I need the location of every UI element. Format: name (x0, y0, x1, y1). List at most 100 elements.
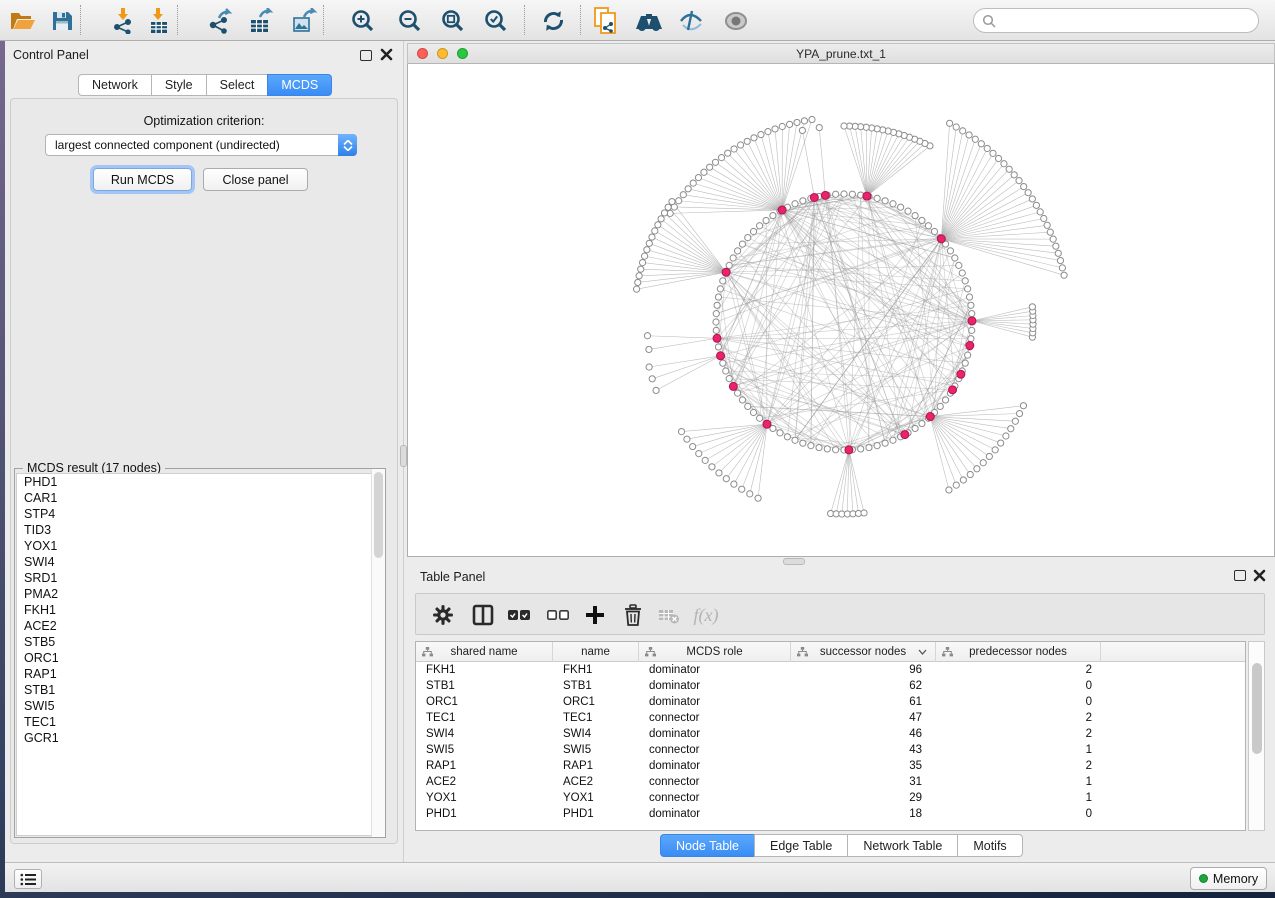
mcds-result-item[interactable]: YOX1 (17, 538, 383, 554)
new-network-from-selection-icon[interactable] (591, 7, 621, 35)
table-options-gear-icon[interactable] (428, 603, 458, 627)
tab-mcds[interactable]: MCDS (267, 74, 332, 96)
refresh-icon[interactable] (538, 7, 568, 35)
column-header-predecessor-nodes[interactable]: predecessor nodes (936, 642, 1101, 662)
cell-name[interactable]: ORC1 (553, 696, 639, 708)
control-panel-float-icon[interactable] (360, 50, 372, 61)
zoom-fit-icon[interactable] (438, 7, 468, 35)
cell-shared-name[interactable]: YOX1 (416, 792, 553, 804)
cell-shared-name[interactable]: SWI5 (416, 744, 553, 756)
table-row[interactable]: YOX1 YOX1 connector 29 1 (416, 790, 1245, 806)
add-column-icon[interactable] (580, 603, 610, 627)
cell-predecessor-nodes[interactable]: 2 (936, 712, 1101, 724)
cell-predecessor-nodes[interactable]: 1 (936, 792, 1101, 804)
tab-select[interactable]: Select (206, 74, 269, 96)
show-columns-icon[interactable] (468, 603, 498, 627)
cell-predecessor-nodes[interactable]: 1 (936, 776, 1101, 788)
mcds-list-scrollbar[interactable] (371, 469, 385, 837)
mcds-result-item[interactable]: PHD1 (17, 474, 383, 490)
cell-shared-name[interactable]: RAP1 (416, 760, 553, 772)
save-icon[interactable] (47, 7, 77, 35)
cell-mcds-role[interactable]: connector (639, 792, 791, 804)
mcds-result-item[interactable]: CAR1 (17, 490, 383, 506)
table-row[interactable]: ORC1 ORC1 dominator 61 0 (416, 694, 1245, 710)
cell-name[interactable]: SWI5 (553, 744, 639, 756)
cell-predecessor-nodes[interactable]: 0 (936, 808, 1101, 820)
mcds-result-item[interactable]: PMA2 (17, 586, 383, 602)
cell-predecessor-nodes[interactable]: 2 (936, 760, 1101, 772)
cell-successor-nodes[interactable]: 18 (791, 808, 936, 820)
cell-mcds-role[interactable]: dominator (639, 664, 791, 676)
show-hidden-icon[interactable] (721, 7, 751, 35)
table-panel-float-icon[interactable] (1234, 570, 1246, 581)
mcds-result-item[interactable]: SRD1 (17, 570, 383, 586)
mcds-result-item[interactable]: TEC1 (17, 714, 383, 730)
cell-shared-name[interactable]: PHD1 (416, 808, 553, 820)
cell-mcds-role[interactable]: dominator (639, 760, 791, 772)
hide-selected-icon[interactable] (677, 7, 707, 35)
cell-name[interactable]: YOX1 (553, 792, 639, 804)
export-network-icon[interactable] (205, 7, 235, 35)
mcds-result-item[interactable]: TID3 (17, 522, 383, 538)
table-row[interactable]: STB1 STB1 dominator 62 0 (416, 678, 1245, 694)
tab-node-table[interactable]: Node Table (660, 834, 755, 857)
tab-network[interactable]: Network (78, 74, 152, 96)
run-mcds-button[interactable]: Run MCDS (93, 168, 192, 191)
cell-successor-nodes[interactable]: 29 (791, 792, 936, 804)
delete-column-icon[interactable] (618, 603, 648, 627)
cell-shared-name[interactable]: ACE2 (416, 776, 553, 788)
mcds-result-item[interactable]: SWI5 (17, 698, 383, 714)
table-row[interactable]: FKH1 FKH1 dominator 96 2 (416, 662, 1245, 678)
cell-name[interactable]: PHD1 (553, 808, 639, 820)
network-view-canvas[interactable] (407, 64, 1275, 557)
optimization-criterion-select[interactable]: largest connected component (undirected) (45, 134, 357, 156)
cell-predecessor-nodes[interactable]: 0 (936, 696, 1101, 708)
import-network-icon[interactable] (109, 7, 139, 35)
table-row[interactable]: ACE2 ACE2 connector 31 1 (416, 774, 1245, 790)
cell-name[interactable]: RAP1 (553, 760, 639, 772)
cell-predecessor-nodes[interactable]: 0 (936, 680, 1101, 692)
task-history-button[interactable] (14, 869, 42, 889)
mcds-result-item[interactable]: GCR1 (17, 730, 383, 746)
cell-mcds-role[interactable]: connector (639, 712, 791, 724)
table-scrollbar-thumb[interactable] (1252, 663, 1262, 754)
unselect-all-checkboxes-icon[interactable] (543, 603, 573, 627)
column-header-name[interactable]: name (553, 642, 639, 662)
column-header-shared-name[interactable]: shared name (416, 642, 553, 662)
cell-name[interactable]: FKH1 (553, 664, 639, 676)
table-row[interactable]: SWI5 SWI5 connector 43 1 (416, 742, 1245, 758)
table-row[interactable]: TEC1 TEC1 connector 47 2 (416, 710, 1245, 726)
mcds-result-list[interactable]: PHD1CAR1STP4TID3YOX1SWI4SRD1PMA2FKH1ACE2… (16, 473, 384, 836)
open-folder-icon[interactable] (8, 7, 38, 35)
cell-predecessor-nodes[interactable]: 2 (936, 664, 1101, 676)
mcds-result-item[interactable]: SWI4 (17, 554, 383, 570)
cell-name[interactable]: STB1 (553, 680, 639, 692)
cell-mcds-role[interactable]: connector (639, 744, 791, 756)
cell-successor-nodes[interactable]: 31 (791, 776, 936, 788)
mcds-result-item[interactable]: RAP1 (17, 666, 383, 682)
cell-mcds-role[interactable]: dominator (639, 696, 791, 708)
network-search-field[interactable] (973, 8, 1259, 33)
cell-successor-nodes[interactable]: 47 (791, 712, 936, 724)
horizontal-splitter-handle[interactable] (783, 558, 805, 565)
memory-button[interactable]: Memory (1190, 867, 1267, 890)
cell-mcds-role[interactable]: dominator (639, 680, 791, 692)
cell-shared-name[interactable]: TEC1 (416, 712, 553, 724)
cell-successor-nodes[interactable]: 61 (791, 696, 936, 708)
tab-style[interactable]: Style (151, 74, 207, 96)
column-header-mcds-role[interactable]: MCDS role (639, 642, 791, 662)
zoom-out-icon[interactable] (395, 7, 425, 35)
import-table-icon[interactable] (144, 7, 174, 35)
vertical-splitter-handle[interactable] (400, 445, 407, 467)
column-header-successor-nodes[interactable]: successor nodes (791, 642, 936, 662)
table-row[interactable]: RAP1 RAP1 dominator 35 2 (416, 758, 1245, 774)
mcds-result-item[interactable]: STP4 (17, 506, 383, 522)
cell-mcds-role[interactable]: dominator (639, 808, 791, 820)
cell-predecessor-nodes[interactable]: 2 (936, 728, 1101, 740)
control-panel-close-icon[interactable] (380, 48, 393, 64)
table-row[interactable]: PHD1 PHD1 dominator 18 0 (416, 806, 1245, 822)
cell-shared-name[interactable]: SWI4 (416, 728, 553, 740)
network-window-titlebar[interactable]: YPA_prune.txt_1 (407, 43, 1275, 64)
cell-mcds-role[interactable]: dominator (639, 728, 791, 740)
cell-mcds-role[interactable]: connector (639, 776, 791, 788)
